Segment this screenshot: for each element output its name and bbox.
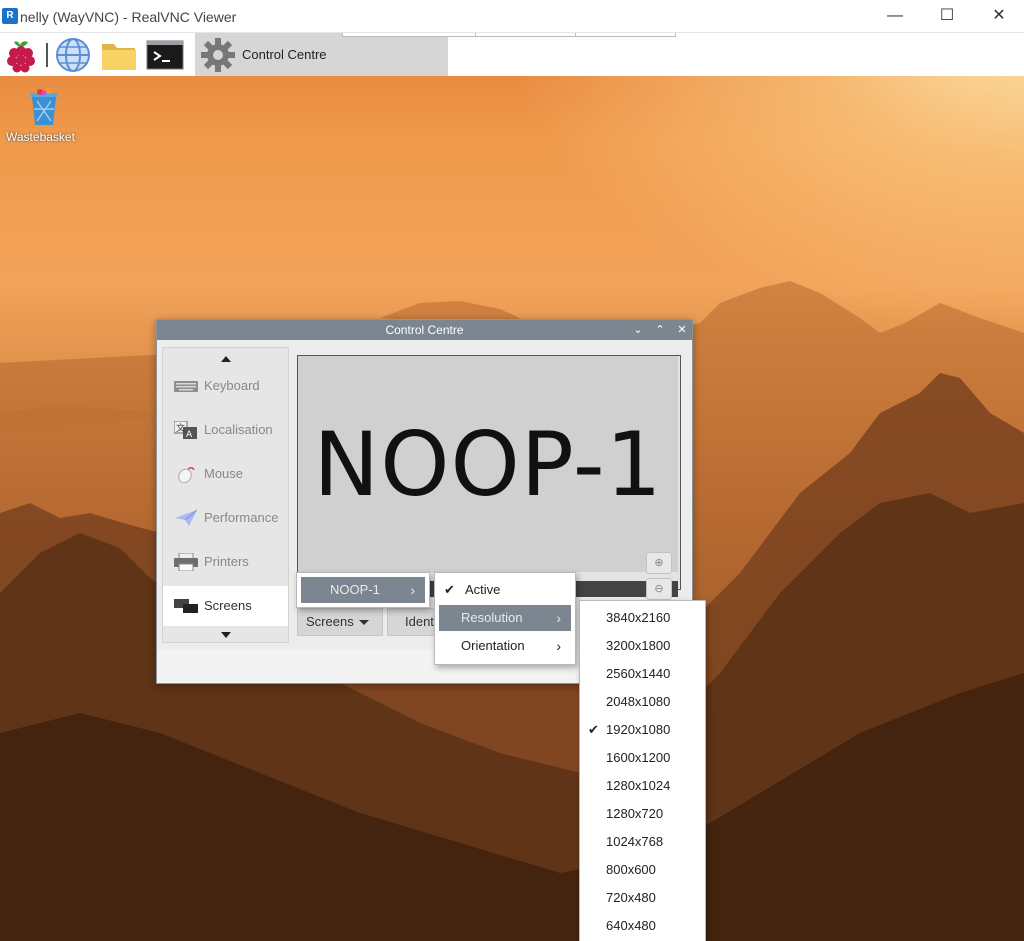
dropdown-arrow-icon xyxy=(359,620,369,625)
zoom-in-button[interactable]: ⊕ xyxy=(646,552,672,574)
maximize-button[interactable]: ☐ xyxy=(924,0,970,33)
resolution-label: 2560x1440 xyxy=(606,666,671,681)
folder-icon[interactable] xyxy=(100,36,138,74)
resolution-label: 1024x768 xyxy=(606,834,664,849)
resolution-label: 720x480 xyxy=(606,890,656,905)
chevron-right-icon: › xyxy=(556,638,561,654)
gear-icon xyxy=(201,38,235,72)
sidebar-item-printers[interactable]: Printers xyxy=(163,542,288,582)
resolution-option[interactable]: 1280x720 xyxy=(580,800,706,828)
sidebar-item-label: Printers xyxy=(204,554,249,569)
screens-icon xyxy=(174,599,198,613)
close-button[interactable]: ✕ xyxy=(976,0,1022,33)
dialog-titlebar[interactable]: Control Centre ⌄ ⌃ ✕ xyxy=(157,320,692,340)
minimize-button[interactable]: — xyxy=(872,0,918,33)
settings-sidebar: Keyboard 文 A Localisation Mouse Performa xyxy=(162,347,289,643)
resolution-option[interactable]: 3200x1800 xyxy=(580,632,706,660)
resolution-option[interactable]: 800x600 xyxy=(580,856,706,884)
resolution-label: 1920x1080 xyxy=(606,722,671,737)
dialog-minimize-button[interactable]: ⌄ xyxy=(631,322,645,338)
resolution-option[interactable]: 1024x768 xyxy=(580,828,706,856)
checkmark-icon: ✔ xyxy=(588,722,599,737)
screen-layout-canvas: NOOP-1 ⊕ ⊖ xyxy=(297,355,681,600)
sidebar-scroll-up-icon[interactable] xyxy=(221,356,231,362)
dialog-close-button[interactable]: ✕ xyxy=(675,322,689,338)
taskbar: Control Centre xyxy=(0,33,1024,76)
keyboard-icon xyxy=(174,381,198,392)
terminal-icon[interactable] xyxy=(146,36,184,74)
menu-item-label: Orientation xyxy=(461,638,525,653)
zoom-out-button[interactable]: ⊖ xyxy=(646,578,672,600)
menu-item-noop-1[interactable]: NOOP-1 › xyxy=(301,577,425,603)
dialog-maximize-button[interactable]: ⌃ xyxy=(653,322,667,338)
sidebar-item-localisation[interactable]: 文 A Localisation xyxy=(163,410,288,450)
menu-item-resolution[interactable]: Resolution › xyxy=(439,605,571,631)
svg-text:文: 文 xyxy=(176,422,185,434)
resolution-label: 3200x1800 xyxy=(606,638,671,653)
window-title: nelly (WayVNC) - RealVNC Viewer xyxy=(20,9,237,25)
wastebasket-label: Wastebasket xyxy=(6,130,75,144)
sidebar-item-label: Localisation xyxy=(204,422,273,437)
resolution-option[interactable]: 2048x1080 xyxy=(580,688,706,716)
taskbar-active-label: Control Centre xyxy=(242,47,327,62)
resolution-label: 1600x1200 xyxy=(606,750,671,765)
vnc-titlebar: R nelly (WayVNC) - RealVNC Viewer — ☐ ✕ xyxy=(0,0,1024,33)
sidebar-item-label: Performance xyxy=(204,510,279,525)
resolution-label: 1280x720 xyxy=(606,806,664,821)
taskbar-tab-strip xyxy=(342,33,676,37)
menu-item-active[interactable]: ✔ Active xyxy=(439,577,571,603)
resolution-option[interactable]: 3840x2160 xyxy=(580,604,706,632)
sidebar-item-screens[interactable]: Screens xyxy=(163,586,288,626)
resolution-option[interactable]: 1280x1024 xyxy=(580,772,706,800)
raspberry-pi-icon[interactable] xyxy=(2,36,40,74)
realvnc-logo-icon: R xyxy=(2,8,18,24)
screens-button-label: Screens xyxy=(306,614,354,629)
menu-item-label: Active xyxy=(465,582,501,597)
resolution-option-selected[interactable]: ✔ 1920x1080 xyxy=(580,716,706,744)
resolution-label: 800x600 xyxy=(606,862,656,877)
svg-text:A: A xyxy=(186,430,193,439)
menu-item-label: Resolution xyxy=(461,610,523,625)
mouse-icon xyxy=(178,466,195,483)
resolution-option[interactable]: 720x480 xyxy=(580,884,706,912)
dialog-title: Control Centre xyxy=(385,323,464,337)
sidebar-scroll-down-icon[interactable] xyxy=(221,632,231,638)
sidebar-item-performance[interactable]: Performance xyxy=(163,498,288,538)
screens-popup-menu: NOOP-1 › xyxy=(296,572,430,608)
resolution-submenu: 3840x2160 3200x1800 2560x1440 2048x1080 … xyxy=(579,600,706,941)
resolution-option[interactable]: 1600x1200 xyxy=(580,744,706,772)
menu-item-label: NOOP-1 xyxy=(330,582,380,597)
screens-menu-button[interactable]: Screens xyxy=(297,608,383,636)
chevron-right-icon: › xyxy=(410,582,415,598)
sidebar-item-label: Screens xyxy=(204,598,252,613)
localisation-icon: 文 A xyxy=(174,421,197,439)
printer-icon xyxy=(174,553,198,571)
output-submenu: ✔ Active Resolution › Orientation › xyxy=(434,572,576,665)
chevron-right-icon: › xyxy=(556,610,561,626)
resolution-label: 1280x1024 xyxy=(606,778,671,793)
sidebar-item-label: Mouse xyxy=(204,466,244,481)
menu-item-orientation[interactable]: Orientation › xyxy=(439,633,571,659)
resolution-label: 3840x2160 xyxy=(606,610,671,625)
taskbar-separator xyxy=(46,43,48,67)
identify-button-label: Ident xyxy=(405,614,434,629)
resolution-label: 2048x1080 xyxy=(606,694,671,709)
sidebar-item-keyboard[interactable]: Keyboard xyxy=(163,366,288,406)
resolution-label: 640x480 xyxy=(606,918,656,933)
resolution-option[interactable]: 2560x1440 xyxy=(580,660,706,688)
sidebar-item-label: Keyboard xyxy=(204,378,260,393)
monitor-preview[interactable]: NOOP-1 xyxy=(298,356,678,572)
checkmark-icon: ✔ xyxy=(444,582,455,597)
resolution-option[interactable]: 640x480 xyxy=(580,912,706,940)
globe-icon[interactable] xyxy=(54,36,92,74)
wastebasket-icon[interactable] xyxy=(26,87,62,127)
monitor-label: NOOP-1 xyxy=(313,413,663,516)
performance-icon xyxy=(175,509,198,526)
sidebar-item-mouse[interactable]: Mouse xyxy=(163,454,288,494)
